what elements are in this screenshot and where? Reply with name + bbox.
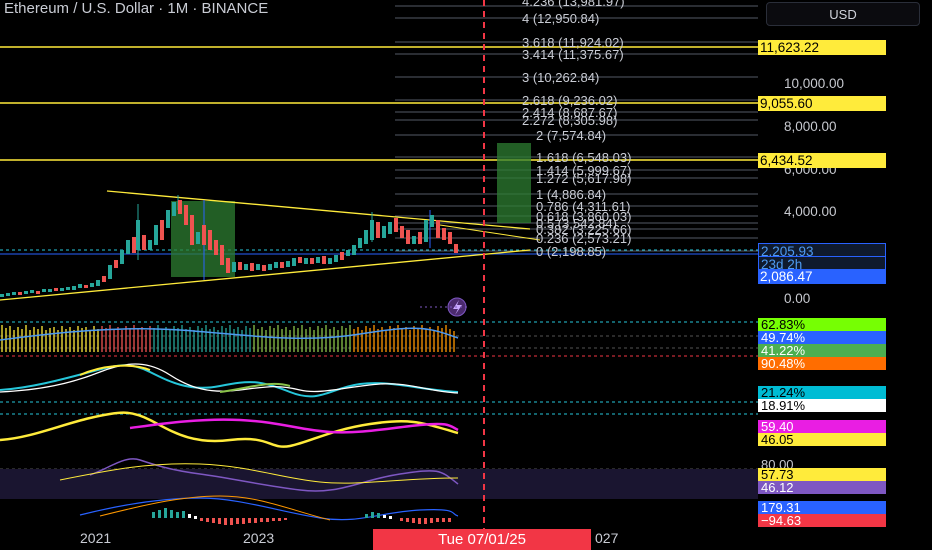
green-zone-2[interactable] [497, 143, 531, 223]
indicator-badge: 90.48% [758, 357, 886, 370]
fib-label: 4 (12,950.84) [522, 11, 600, 26]
histogram-pane [79, 495, 459, 525]
fib-label: 4.236 (13,981.97) [522, 0, 625, 9]
cursor-date-badge: Tue 07/01/25 [373, 529, 591, 550]
indicator-badge: 18.91% [758, 399, 886, 412]
currency-button[interactable]: USD [766, 2, 920, 26]
fib-label: 0 (2,198.85) [536, 244, 607, 259]
chart-window: Ethereum / U.S. Dollar · 1M · BINANCE US… [0, 0, 932, 550]
time-axis-label: 027 [595, 530, 619, 546]
fib-label: 2 (7,574.84) [536, 128, 607, 143]
indicator-badge: −94.63 [758, 514, 886, 527]
price-axis-label: 0.00 [784, 291, 811, 306]
fib-label: 1.272 (5,617.98) [536, 171, 632, 186]
chart-title[interactable]: Ethereum / U.S. Dollar · 1M · BINANCE [4, 0, 268, 17]
stoch-pane [0, 363, 459, 398]
price-axis-label: 10,000.00 [784, 76, 845, 91]
price-badge-9055[interactable]: 9,055.60 [758, 96, 886, 111]
price-axis-label: 8,000.00 [784, 119, 837, 134]
time-axis-label: 2023 [243, 530, 275, 546]
price-badge-2086[interactable]: 2,086.47 [758, 269, 886, 284]
rsi-pane [0, 411, 459, 448]
triangle-upper[interactable] [106, 190, 531, 230]
fib-label: 3.414 (11,375.67) [522, 47, 624, 62]
time-axis-label: 2021 [80, 530, 112, 546]
indicator-badge: 46.05 [758, 433, 886, 446]
triangle-lower[interactable] [0, 249, 531, 301]
rsi-band [0, 469, 758, 499]
fib-label: 2.272 (8,305.98) [522, 113, 618, 128]
price-badge-11623[interactable]: 11,623.22 [758, 40, 886, 55]
indicator-badge: 46.12 [758, 481, 886, 494]
price-axis-label: 4,000.00 [784, 204, 837, 219]
price-badge-6434[interactable]: 6,434.52 [758, 153, 886, 168]
fib-label: 3 (10,262.84) [522, 70, 600, 85]
